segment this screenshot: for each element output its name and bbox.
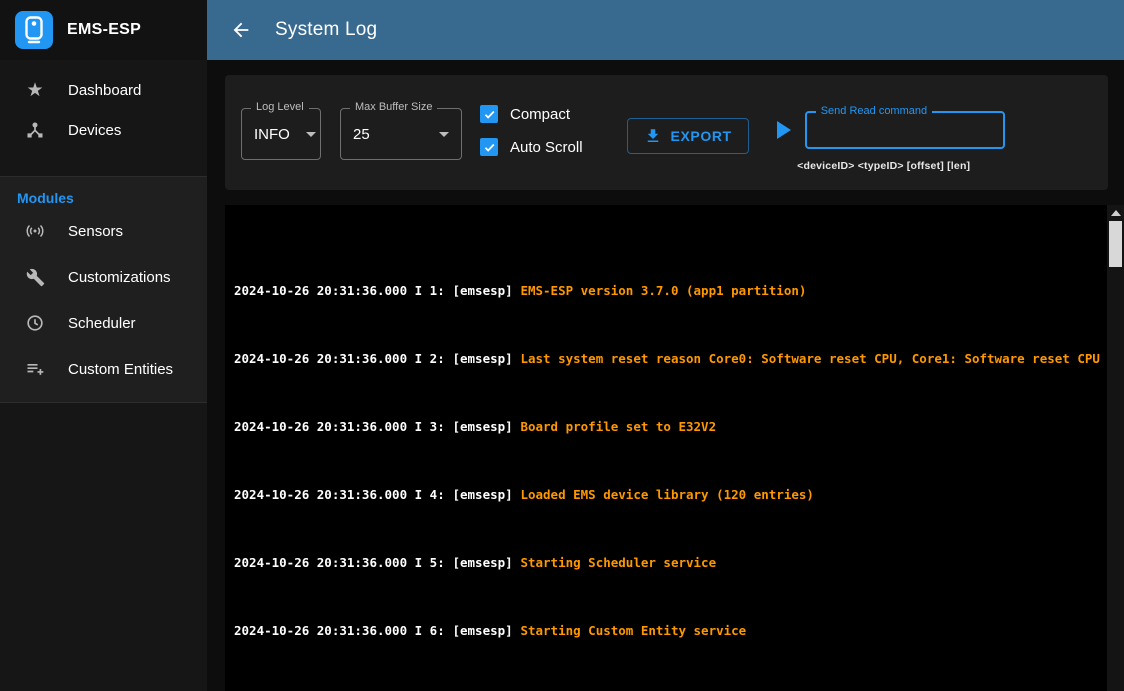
sidebar-item-custom-entities[interactable]: Custom Entities	[0, 346, 207, 392]
chevron-down-icon	[439, 132, 449, 137]
log-line: 2024-10-26 20:31:36.000 I 4: [emsesp] Load…	[234, 486, 1100, 503]
sidebar-item-label: Devices	[68, 122, 121, 139]
sidebar: EMS-ESP ★ Dashboard Devices Modules	[0, 0, 207, 691]
log-source: [emsesp]	[452, 487, 512, 502]
export-label: EXPORT	[671, 128, 732, 144]
log-line: 2024-10-26 20:31:36.000 I 5: [emsesp] Star…	[234, 554, 1100, 571]
wrench-icon	[24, 266, 46, 288]
send-icon[interactable]	[777, 121, 791, 139]
log-line: 2024-10-26 20:31:36.000 I 1: [emsesp] EMS-…	[234, 282, 1100, 299]
sidebar-item-label: Dashboard	[68, 82, 141, 99]
log-message: Last system reset reason Core0: Software…	[520, 351, 1099, 366]
compact-label: Compact	[510, 106, 570, 123]
log-level-value: INFO	[254, 126, 290, 143]
max-buffer-label: Max Buffer Size	[350, 101, 437, 113]
log-timestamp: 2024-10-26 20:31:36.000 I 5:	[234, 555, 445, 570]
log-controls-card: Log Level INFO Max Buffer Size 25 Compac…	[225, 75, 1108, 190]
sidebar-nav: ★ Dashboard Devices	[0, 60, 207, 176]
auto-scroll-label: Auto Scroll	[510, 139, 583, 156]
sidebar-item-scheduler[interactable]: Scheduler	[0, 300, 207, 346]
appbar: System Log	[207, 0, 1124, 60]
sidebar-item-label: Scheduler	[68, 315, 136, 332]
log-message: Loaded EMS device library (120 entries)	[520, 487, 814, 502]
max-buffer-value: 25	[353, 126, 370, 143]
checkbox-checked-icon	[480, 105, 498, 123]
auto-scroll-checkbox[interactable]: Auto Scroll	[480, 138, 583, 156]
chevron-down-icon	[306, 132, 316, 137]
triangle-up-icon	[1111, 210, 1121, 216]
log-message: EMS-ESP version 3.7.0 (app1 partition)	[520, 283, 806, 298]
log-source: [emsesp]	[452, 623, 512, 638]
log-timestamp: 2024-10-26 20:31:36.000 I 3:	[234, 419, 445, 434]
main-area: System Log Log Level INFO Max Buffer Siz…	[207, 0, 1124, 691]
sidebar-item-label: Custom Entities	[68, 361, 173, 378]
antenna-icon	[24, 220, 46, 242]
log-message: Board profile set to E32V2	[520, 419, 716, 434]
clock-icon	[24, 312, 46, 334]
log-line: 2024-10-26 20:31:36.000 I 2: [emsesp] Last…	[234, 350, 1100, 367]
app-root: EMS-ESP ★ Dashboard Devices Modules	[0, 0, 1124, 691]
scroll-up-button[interactable]	[1107, 205, 1124, 220]
log-message: Starting Custom Entity service	[520, 623, 746, 638]
log-message: Starting Scheduler service	[520, 555, 716, 570]
send-read-field: Send Read command	[805, 111, 1005, 149]
device-hub-icon	[24, 119, 46, 141]
send-read-area: Send Read command <deviceID> <typeID> [o…	[777, 91, 1005, 172]
log-line: 2024-10-26 20:31:36.000 I 6: [emsesp] Star…	[234, 622, 1100, 639]
log-level-label: Log Level	[251, 101, 309, 113]
ems-esp-logo-icon	[15, 11, 53, 49]
app-logo-row: EMS-ESP	[0, 0, 207, 60]
log-line: 2024-10-26 20:31:36.000 I 3: [emsesp] Boar…	[234, 418, 1100, 435]
log-timestamp: 2024-10-26 20:31:36.000 I 2:	[234, 351, 445, 366]
compact-checkbox[interactable]: Compact	[480, 105, 583, 123]
page-title: System Log	[275, 19, 377, 41]
log-source: [emsesp]	[452, 283, 512, 298]
checkbox-checked-icon	[480, 138, 498, 156]
sidebar-item-label: Customizations	[68, 269, 171, 286]
sidebar-item-label: Sensors	[68, 223, 123, 240]
sidebar-item-sensors[interactable]: Sensors	[0, 208, 207, 254]
export-button[interactable]: EXPORT	[627, 118, 749, 154]
sidebar-item-dashboard[interactable]: ★ Dashboard	[0, 70, 207, 110]
app-title: EMS-ESP	[67, 21, 141, 39]
log-timestamp: 2024-10-26 20:31:36.000 I 6:	[234, 623, 445, 638]
scrollbar-thumb[interactable]	[1109, 221, 1122, 267]
log-timestamp: 2024-10-26 20:31:36.000 I 1:	[234, 283, 445, 298]
send-read-helper: <deviceID> <typeID> [offset] [len]	[777, 160, 991, 172]
log-source: [emsesp]	[452, 351, 512, 366]
playlist-add-icon	[24, 358, 46, 380]
log-source: [emsesp]	[452, 419, 512, 434]
sidebar-modules-section: Modules Sensors Customizations	[0, 176, 207, 403]
back-button[interactable]	[227, 16, 255, 44]
log-level-select[interactable]: Log Level INFO	[241, 108, 321, 160]
star-icon: ★	[24, 79, 46, 101]
checkbox-column: Compact Auto Scroll	[480, 105, 583, 156]
log-console: 2024-10-26 20:31:36.000 I 1: [emsesp] EMS-…	[225, 205, 1124, 691]
send-read-label: Send Read command	[816, 105, 932, 117]
max-buffer-select[interactable]: Max Buffer Size 25	[340, 108, 462, 160]
download-icon	[644, 127, 662, 145]
content: Log Level INFO Max Buffer Size 25 Compac…	[207, 60, 1124, 691]
log-source: [emsesp]	[452, 555, 512, 570]
modules-header: Modules	[0, 177, 207, 208]
log-timestamp: 2024-10-26 20:31:36.000 I 4:	[234, 487, 445, 502]
sidebar-item-devices[interactable]: Devices	[0, 110, 207, 150]
arrow-left-icon	[230, 19, 252, 41]
send-read-input[interactable]	[819, 113, 991, 147]
sidebar-item-customizations[interactable]: Customizations	[0, 254, 207, 300]
log-scrollbar[interactable]	[1107, 205, 1124, 691]
log-lines: 2024-10-26 20:31:36.000 I 1: [emsesp] EMS-…	[225, 205, 1124, 691]
